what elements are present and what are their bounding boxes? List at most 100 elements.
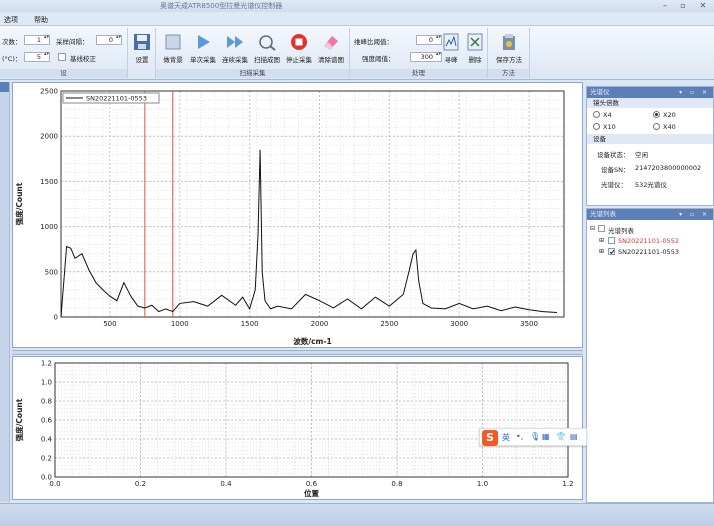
series-line: [60, 149, 558, 318]
scan-stream-button[interactable]: 扫描成图: [250, 30, 284, 66]
fit-label: 强度阈值：: [362, 55, 395, 63]
tree-item-checkbox[interactable]: [608, 237, 615, 244]
find-peak-icon: [443, 33, 459, 51]
list-panel-controls-icon[interactable]: ▾ ▫ ✕: [679, 209, 710, 220]
panel-controls-icon[interactable]: ▾ ▫ ✕: [679, 87, 710, 98]
lens-section-header: 镜头倍数: [587, 98, 713, 108]
count-spinner[interactable]: 1: [24, 35, 50, 45]
window-title: 奥谱天成ATR8500型拉曼光谱仪控制器: [160, 2, 283, 10]
y-axis-label: 强度/Count: [14, 182, 24, 225]
y-tick-label: 1.0: [41, 379, 52, 387]
x-tick-label: 0.2: [135, 480, 146, 488]
background-icon: [165, 34, 181, 50]
ime-keyboard-icon[interactable]: ▦: [542, 432, 550, 441]
play-icon: [198, 35, 210, 49]
x-tick-label: 1.2: [562, 480, 573, 488]
find-peak-button[interactable]: 寻峰: [438, 30, 464, 66]
group-label-method: 方法: [488, 69, 529, 78]
device-info: 设备状态： 空闲 设备SN： 2147203800000002 光谱仪： 532…: [587, 144, 713, 194]
ime-toolbox-icon[interactable]: ▤: [570, 432, 578, 441]
x-tick-label: 0.6: [306, 480, 318, 488]
title-bar: 奥谱天成ATR8500型拉曼光谱仪控制器 – ▫ ✕: [0, 0, 714, 12]
device-status-label: 设备状态：: [597, 151, 630, 159]
y-tick-label: 0.0: [41, 474, 52, 482]
ribbon: 次数： 1 采样间隔： 0 (°C)： 5 基线校正 设 设置 做背景 单次采集…: [0, 26, 714, 80]
ime-punct-icon[interactable]: •,: [516, 432, 523, 441]
spectrometer-value: 532光谱仪: [635, 181, 667, 189]
clear-graph-button[interactable]: 清除谱图: [314, 30, 348, 66]
spectrum-tree: ⊟ 光谱列表 ⊞ SN20221101-0552 ⊞ SN20221101-0553: [587, 220, 713, 280]
x-tick-label: 1.0: [477, 480, 488, 488]
lens-radio-x20[interactable]: [653, 111, 660, 118]
tree-expand-icon[interactable]: ⊞: [599, 248, 604, 255]
lens-radio-x4[interactable]: [593, 111, 600, 118]
y-tick-label: 500: [45, 268, 58, 276]
ribbon-group-settings: 设置: [128, 28, 156, 78]
tree-root-checkbox[interactable]: [598, 225, 605, 232]
eraser-icon: [324, 36, 338, 50]
sample-interval-label: 采样间隔：: [56, 38, 89, 46]
ime-skin-icon[interactable]: 👕: [556, 432, 566, 441]
menu-item-options[interactable]: 选项: [4, 15, 18, 25]
stop-icon: [291, 34, 307, 50]
lens-options: X4 X20 X10 X40: [587, 108, 713, 134]
tree-root-label[interactable]: 光谱列表: [608, 225, 634, 235]
tree-item-label[interactable]: SN20221101-0552: [618, 237, 679, 245]
ime-toolbar[interactable]: S 英 •, 🎙 ▦ 👕 ▤: [479, 428, 587, 446]
single-scan-button[interactable]: 单次采集: [186, 30, 220, 66]
left-collapsed-panel[interactable]: [0, 82, 10, 502]
spectrum-list-caption: 光谱列表 ▾ ▫ ✕: [587, 209, 713, 220]
spectrometer-label: 光谱仪：: [601, 181, 627, 189]
tree-item-label[interactable]: SN20221101-0553: [618, 248, 679, 256]
device-sn-value: 2147203800000002: [635, 164, 702, 172]
maximize-icon[interactable]: ▫: [676, 0, 690, 11]
status-bar: [0, 503, 714, 526]
spectrometer-panel-caption: 光谱仪 ▾ ▫ ✕: [587, 87, 713, 98]
x-tick-label: 0.8: [391, 480, 402, 488]
sogou-logo-icon: S: [482, 430, 498, 446]
ribbon-group-method: 保存方法 方法: [488, 28, 530, 78]
settings-button[interactable]: 设置: [125, 30, 159, 66]
fast-forward-icon: [227, 36, 243, 48]
ribbon-group-process: 维峰比阈值： 0 强度阈值： 300 寻峰 删除 处理: [350, 28, 488, 78]
smooth-label: 维峰比阈值：: [354, 38, 393, 46]
spectrum-list-panel: 光谱列表 ▾ ▫ ✕ ⊟ 光谱列表 ⊞ SN20221101-0552 ⊞ SN202…: [586, 208, 714, 503]
spectrum-chart-panel: 500 1000 1500 2000 2500 3000 3500 0 500 1000 1500 2…: [12, 82, 583, 348]
lens-radio-x40[interactable]: [653, 123, 660, 130]
save-method-button[interactable]: 保存方法: [492, 30, 526, 66]
sample-interval-spinner[interactable]: 0: [96, 35, 122, 45]
tree-collapse-icon[interactable]: ⊟: [590, 225, 595, 232]
baseline-checkbox[interactable]: [58, 53, 66, 61]
x-axis-label: 位置: [304, 488, 319, 498]
legend-label: SN20221101-0553: [86, 95, 147, 103]
baseline-label: 基线校正: [70, 55, 96, 63]
delete-button[interactable]: 删除: [462, 30, 488, 66]
lens-radio-x10[interactable]: [593, 123, 600, 130]
tree-expand-icon[interactable]: ⊞: [599, 237, 604, 244]
y-tick-label: 0.2: [41, 455, 52, 463]
continuous-scan-button[interactable]: 连续采集: [218, 30, 252, 66]
spectrum-chart[interactable]: 500 1000 1500 2000 2500 3000 3500 0 500 1000 1500 2…: [13, 83, 582, 347]
device-status-value: 空闲: [635, 151, 648, 159]
menu-bar: 选项 帮助: [0, 12, 714, 26]
floppy-icon: [134, 34, 150, 50]
x-tick-label: 1500: [241, 320, 259, 328]
background-button[interactable]: 做背景: [156, 30, 190, 66]
minimize-icon[interactable]: –: [658, 0, 672, 11]
stop-scan-button[interactable]: 停止采集: [282, 30, 316, 66]
chart-splitter[interactable]: [12, 350, 583, 355]
spectrometer-panel: 光谱仪 ▾ ▫ ✕ 镜头倍数 X4 X20 X10 X40 设备 设备状态： 空…: [586, 86, 714, 206]
group-label-process: 处理: [350, 69, 487, 78]
menu-item-help[interactable]: 帮助: [34, 15, 48, 25]
y-tick-label: 1000: [40, 223, 58, 231]
x-tick-label: 3000: [450, 320, 468, 328]
close-icon[interactable]: ✕: [696, 0, 710, 11]
x-tick-label: 500: [103, 320, 116, 328]
y-tick-label: 0: [54, 314, 58, 322]
group-label-params: 设: [0, 69, 127, 78]
ribbon-group-scan: 做背景 单次采集 连续采集 扫描成图 停止采集 清除谱图 扫描采集: [156, 28, 350, 78]
temp-spinner[interactable]: 5: [24, 52, 50, 62]
ime-voice-icon[interactable]: 🎙: [530, 432, 540, 441]
tree-item-checkbox[interactable]: [608, 248, 615, 255]
ime-lang-toggle[interactable]: 英: [502, 432, 510, 443]
